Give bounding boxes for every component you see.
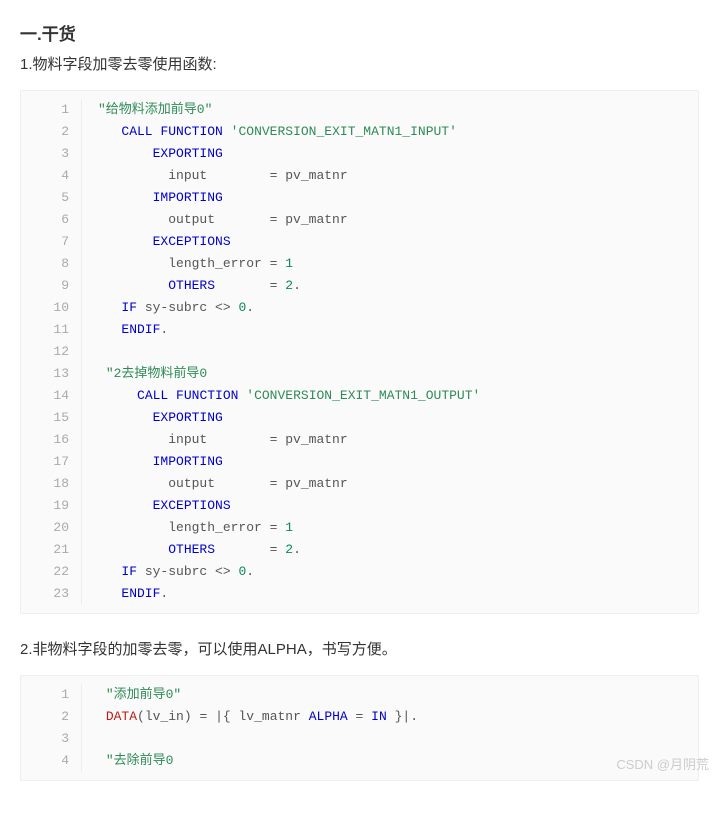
code-line: 5 IMPORTING [21,187,698,209]
code-line: 19 EXCEPTIONS [21,495,698,517]
line-number: 7 [21,231,82,253]
line-number: 5 [21,187,82,209]
line-content: input = pv_matnr [82,165,698,187]
line-number: 13 [21,363,82,385]
line-number: 3 [21,143,82,165]
code-line: 10 IF sy-subrc <> 0. [21,297,698,319]
code-block-1: 1"给物料添加前导0"2 CALL FUNCTION 'CONVERSION_E… [20,90,699,614]
line-content [82,728,698,750]
line-content: EXPORTING [82,143,698,165]
watermark: CSDN @月阴荒 [616,754,709,773]
code-line: 22 IF sy-subrc <> 0. [21,561,698,583]
code-line: 23 ENDIF. [21,583,698,605]
description-2: 2.非物料字段的加零去零，可以使用ALPHA，书写方便。 [20,638,699,659]
code-line: 3 [21,728,698,750]
line-content: "2去掉物料前导0 [82,363,698,385]
line-number: 4 [21,750,82,772]
line-content [82,341,698,363]
line-content: ENDIF. [82,583,698,605]
line-content: IMPORTING [82,451,698,473]
line-content: EXCEPTIONS [82,231,698,253]
line-content: CALL FUNCTION 'CONVERSION_EXIT_MATN1_INP… [82,121,698,143]
line-number: 6 [21,209,82,231]
code-line: 6 output = pv_matnr [21,209,698,231]
line-number: 17 [21,451,82,473]
line-number: 1 [21,684,82,706]
line-content: "去除前导0 [82,750,698,772]
line-number: 15 [21,407,82,429]
line-content: length_error = 1 [82,517,698,539]
line-content: "给物料添加前导0" [82,99,698,121]
code-line: 21 OTHERS = 2. [21,539,698,561]
line-content: IF sy-subrc <> 0. [82,297,698,319]
code-line: 4 "去除前导0 [21,750,698,772]
code-line: 7 EXCEPTIONS [21,231,698,253]
line-number: 10 [21,297,82,319]
line-number: 19 [21,495,82,517]
line-content: output = pv_matnr [82,209,698,231]
code-line: 2 DATA(lv_in) = |{ lv_matnr ALPHA = IN }… [21,706,698,728]
line-content: output = pv_matnr [82,473,698,495]
code-line: 4 input = pv_matnr [21,165,698,187]
line-content: IF sy-subrc <> 0. [82,561,698,583]
code-line: 13 "2去掉物料前导0 [21,363,698,385]
code-line: 16 input = pv_matnr [21,429,698,451]
line-content: OTHERS = 2. [82,275,698,297]
code-line: 2 CALL FUNCTION 'CONVERSION_EXIT_MATN1_I… [21,121,698,143]
line-content: CALL FUNCTION 'CONVERSION_EXIT_MATN1_OUT… [82,385,698,407]
line-number: 8 [21,253,82,275]
line-content: input = pv_matnr [82,429,698,451]
line-content: DATA(lv_in) = |{ lv_matnr ALPHA = IN }|. [82,706,698,728]
line-content: "添加前导0" [82,684,698,706]
line-number: 2 [21,121,82,143]
line-number: 3 [21,728,82,750]
code-line: 12 [21,341,698,363]
line-content: ENDIF. [82,319,698,341]
line-number: 1 [21,99,82,121]
line-content: IMPORTING [82,187,698,209]
line-number: 21 [21,539,82,561]
line-number: 20 [21,517,82,539]
code-line: 15 EXPORTING [21,407,698,429]
line-number: 2 [21,706,82,728]
code-line: 20 length_error = 1 [21,517,698,539]
code-line: 11 ENDIF. [21,319,698,341]
code-block-2: 1 "添加前导0"2 DATA(lv_in) = |{ lv_matnr ALP… [20,675,699,781]
line-number: 14 [21,385,82,407]
line-number: 22 [21,561,82,583]
line-number: 16 [21,429,82,451]
line-number: 18 [21,473,82,495]
line-number: 11 [21,319,82,341]
line-content: EXPORTING [82,407,698,429]
code-line: 8 length_error = 1 [21,253,698,275]
section-heading: 一.干货 [20,20,699,45]
line-number: 9 [21,275,82,297]
code-line: 1 "添加前导0" [21,684,698,706]
description-1: 1.物料字段加零去零使用函数: [20,53,699,74]
code-line: 1"给物料添加前导0" [21,99,698,121]
line-number: 23 [21,583,82,605]
line-content: EXCEPTIONS [82,495,698,517]
code-line: 18 output = pv_matnr [21,473,698,495]
line-number: 12 [21,341,82,363]
line-content: OTHERS = 2. [82,539,698,561]
code-line: 17 IMPORTING [21,451,698,473]
line-number: 4 [21,165,82,187]
code-line: 14 CALL FUNCTION 'CONVERSION_EXIT_MATN1_… [21,385,698,407]
code-line: 9 OTHERS = 2. [21,275,698,297]
line-content: length_error = 1 [82,253,698,275]
code-line: 3 EXPORTING [21,143,698,165]
